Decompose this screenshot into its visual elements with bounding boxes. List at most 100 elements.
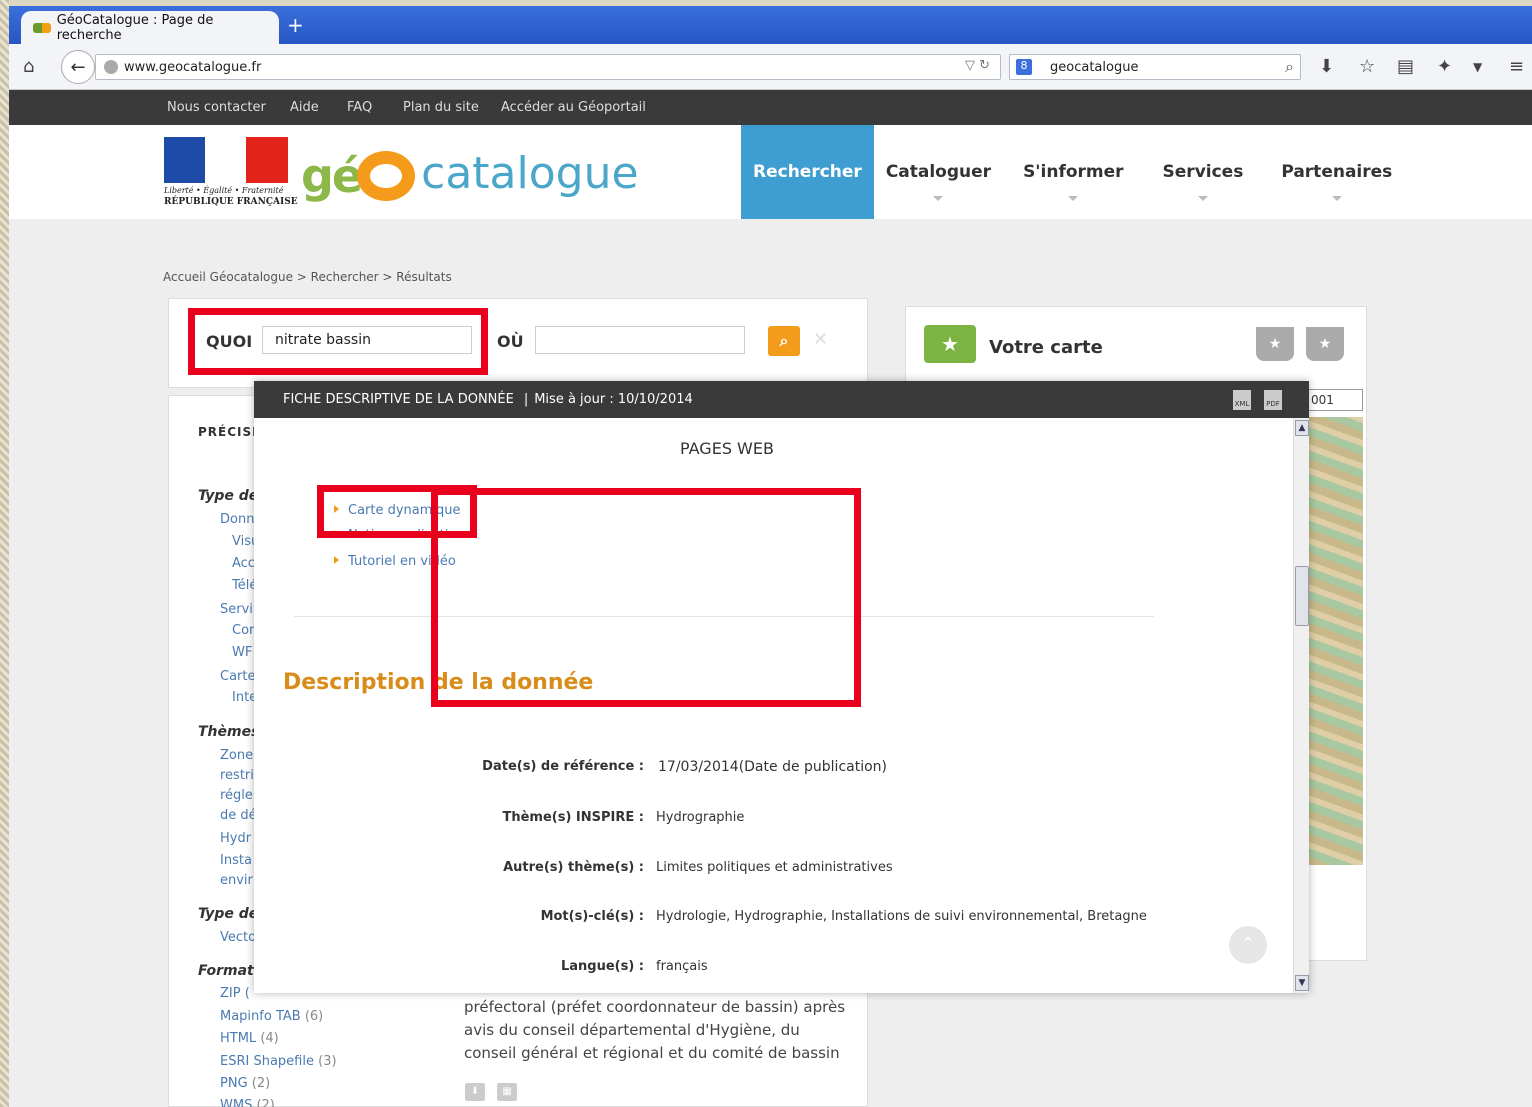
modal-separator: | [523,392,529,407]
search-engine-icon[interactable]: 8 [1016,59,1032,75]
nav-sinformer[interactable]: S'informer [1003,125,1143,219]
field-value: français [656,959,708,974]
caret-down-icon [1197,196,1208,201]
filter-item[interactable]: Hydr [220,831,251,846]
menu-icon[interactable]: ≡ [1509,56,1524,77]
nav-services[interactable]: Services [1144,125,1263,219]
search-icon[interactable]: ⌕ [1285,57,1294,77]
filter-item[interactable]: WF [232,645,252,660]
reload-icon[interactable]: ▽ ↻ [965,58,990,73]
ou-input[interactable] [535,326,745,354]
filter-count: (2) [256,1098,275,1107]
field-key: Mot(s)-clé(s) : [540,909,644,924]
filter-label: Mapinfo TAB [220,1009,301,1024]
filter-item[interactable]: Vecto [220,930,256,945]
filter-count: (6) [304,1009,324,1024]
nav-label: S'informer [1023,162,1124,182]
scroll-up-icon[interactable]: ▲ [1295,420,1309,436]
filter-item[interactable]: Zone [220,748,253,763]
map-icon[interactable]: ▦ [497,1083,517,1101]
filter-item[interactable]: Insta [220,853,252,868]
geocatalogue-logo[interactable]: gé catalogue [301,143,639,203]
filter-section-title: Type de [198,488,259,504]
map-view[interactable] [1308,417,1363,865]
addon-icon[interactable]: ✦ [1437,56,1452,77]
xml-download-icon[interactable]: XML [1233,390,1251,410]
filter-item[interactable]: HTML (4) [220,1031,279,1046]
download-icon[interactable]: ⬇ [1319,56,1334,77]
marianne-flag-icon [164,137,288,183]
filter-count: (4) [260,1031,279,1046]
basket-export-icon[interactable]: ★ [1306,327,1344,361]
filter-item[interactable]: ZIP ( [220,986,250,1001]
back-button[interactable]: ← [61,50,95,84]
nav-partenaires[interactable]: Partenaires [1262,125,1411,219]
link-geoportail[interactable]: Accéder au Géoportail [501,100,646,115]
nav-label: Partenaires [1281,162,1393,182]
scale-select[interactable]: 001 [1308,389,1363,411]
modal-title: FICHE DESCRIPTIVE DE LA DONNÉE [283,392,514,407]
scroll-top-button[interactable]: ⌃ [1229,926,1267,964]
filter-item[interactable]: restri [220,768,254,783]
result-actions: ⬇ ▦ [465,1083,517,1101]
filter-item[interactable]: Mapinfo TAB (6) [220,1009,323,1024]
main-navigation: Rechercher Cataloguer S'informer Service… [741,125,1411,219]
filter-item[interactable]: Donn [220,512,254,527]
nav-rechercher[interactable]: Rechercher [741,125,874,219]
tab-bar: GéoCatalogue : Page de recherche + [9,6,1532,44]
filter-item[interactable]: PNG (2) [220,1076,270,1091]
filter-item[interactable]: ESRI Shapefile (3) [220,1054,337,1069]
result-snippet: préfectoral (préfet coordonnateur de bas… [464,998,846,1062]
map-panel-title: Votre carte [989,337,1103,358]
filter-item[interactable]: WMS (2) [220,1098,275,1107]
pdf-download-icon[interactable]: PDF [1264,390,1282,410]
link-contact[interactable]: Nous contacter [167,100,266,115]
modal-scrollbar[interactable]: ▲ ▼ [1293,418,1309,993]
filter-count: (2) [251,1076,271,1091]
field-key: Thème(s) INSPIRE : [502,810,644,825]
filter-section-title: Type de [198,906,259,922]
filter-item[interactable]: régle [220,788,253,803]
scroll-thumb[interactable] [1295,566,1309,626]
search-button[interactable]: ⌕ [768,326,800,356]
modal-update-date: Mise à jour : 10/10/2014 [534,392,693,407]
scroll-down-icon[interactable]: ▼ [1295,975,1309,991]
nav-label: Services [1162,162,1244,182]
bookmark-star-icon[interactable]: ☆ [1359,56,1375,77]
basket-add-icon[interactable]: ★ [1256,327,1294,361]
download-icon[interactable]: ⬇ [465,1083,485,1101]
filter-item[interactable]: Cor [232,623,254,638]
logo-catalogue: catalogue [421,148,639,199]
nav-cataloguer[interactable]: Cataloguer [874,125,1003,219]
bookmarks-list-icon[interactable]: ▤ [1397,56,1414,77]
filter-item[interactable]: envir [220,873,253,888]
home-icon[interactable]: ⌂ [23,56,34,77]
ou-label: OÙ [497,332,524,351]
link-faq[interactable]: FAQ [347,100,372,115]
nav-label: Rechercher [753,162,862,182]
filter-item[interactable]: Servi [220,602,253,617]
republic-name: RÉPUBLIQUE FRANÇAISE [164,197,298,207]
browser-search-field[interactable]: 8 geocatalogue ⌕ [1009,54,1301,80]
link-aide[interactable]: Aide [290,100,319,115]
new-tab-button[interactable]: + [287,13,304,37]
nav-label: Cataloguer [885,162,992,182]
site-header: Liberté • Égalité • Fraternité RÉPUBLIQU… [9,125,1532,219]
folder-star-icon: ★ [924,325,976,363]
filter-item[interactable]: de dé [220,808,257,823]
tab-title: GéoCatalogue : Page de recherche [56,12,214,43]
filter-section-title: Format [198,963,254,979]
link-plan-du-site[interactable]: Plan du site [403,100,479,115]
filter-item[interactable]: Acc [232,556,255,571]
logo-o-ring [357,151,416,201]
field-key: Langue(s) : [560,959,644,974]
annotation-box-search [188,308,488,375]
address-bar[interactable]: www.geocatalogue.fr ▽ ↻ [95,54,1001,80]
filter-item[interactable]: Carte [220,669,255,684]
clear-icon[interactable]: ✕ [813,329,828,350]
dropdown-icon[interactable]: ▼ [1473,60,1482,74]
site-utility-bar: Nous contacter Aide FAQ Plan du site Acc… [9,90,1532,125]
navigation-bar: ⌂ ← www.geocatalogue.fr ▽ ↻ 8 geocatalog… [9,44,1532,90]
browser-tab[interactable]: GéoCatalogue : Page de recherche [21,11,279,44]
filters-heading: PRÉCISE [198,425,262,439]
